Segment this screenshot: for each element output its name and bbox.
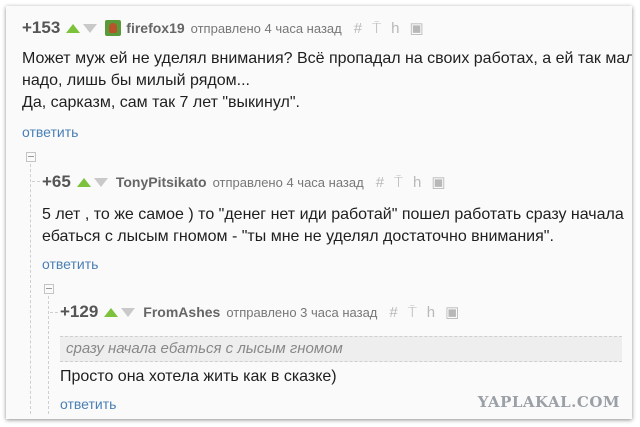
branch-icon[interactable]: h [391, 20, 399, 37]
collapse-toggle[interactable] [26, 152, 36, 162]
text-line: Да, сарказм, сам так 7 лет "выкинул". [22, 94, 300, 111]
upvote-icon[interactable] [104, 307, 119, 317]
timestamp: отправлено 4 часа назад [212, 174, 364, 190]
reply-link[interactable]: ответить [42, 256, 98, 272]
rating: +129 [60, 302, 99, 321]
collapse-toggle[interactable] [44, 284, 54, 294]
timestamp: отправлено 3 часа назад [226, 304, 378, 320]
comment-text: Может муж ей не уделял внимания? Всё про… [22, 48, 632, 114]
author-name[interactable]: FromAshes [143, 304, 220, 320]
comment-header: +129 FromAshes отправлено 3 часа назад #… [60, 302, 469, 322]
watermark: YAPLAKAL.COM [477, 393, 620, 411]
thread-line [48, 296, 49, 414]
save-icon[interactable]: ▣ [431, 173, 445, 191]
pin-icon[interactable]: ⍑ [372, 20, 381, 37]
upvote-icon[interactable] [76, 177, 91, 187]
rating: +153 [22, 18, 61, 37]
hash-icon[interactable]: # [376, 174, 384, 191]
reply-link[interactable]: ответить [22, 124, 78, 140]
comment-text: Просто она хотела жить как в сказке) [60, 366, 337, 388]
thread-line [32, 181, 40, 182]
save-icon[interactable]: ▣ [445, 303, 459, 321]
text-line: Просто она хотела жить как в сказке) [60, 368, 337, 385]
comment-text: 5 лет , то же самое ) то "денег нет иди … [42, 204, 624, 248]
author-name[interactable]: TonyPitsikato [116, 174, 207, 190]
author-name[interactable]: firefox19 [126, 20, 184, 36]
comment-thread: +153 firefox19 отправлено 4 часа назад #… [6, 6, 632, 419]
downvote-icon[interactable] [121, 307, 136, 317]
text-line: надо, лишь бы милый рядом... [22, 72, 250, 89]
hash-icon[interactable]: # [389, 304, 397, 321]
pin-icon[interactable]: ⍑ [408, 304, 417, 321]
comment: +153 firefox19 отправлено 4 часа назад #… [22, 18, 632, 140]
hash-icon[interactable]: # [354, 20, 362, 37]
text-line: 5 лет , то же самое ) то "денег нет иди … [42, 206, 624, 223]
comment: +65 TonyPitsikato отправлено 4 часа наза… [42, 172, 624, 272]
text-line: Может муж ей не уделял внимания? Всё про… [22, 50, 632, 67]
timestamp: отправлено 4 часа назад [190, 20, 342, 36]
reply-link[interactable]: ответить [60, 396, 116, 412]
upvote-icon[interactable] [66, 23, 81, 33]
comment-header: +153 firefox19 отправлено 4 часа назад #… [22, 18, 434, 38]
thread-line [30, 164, 31, 414]
avatar[interactable] [105, 20, 122, 36]
quote-block: сразу начала ебаться с лысым гномом [60, 336, 622, 362]
downvote-icon[interactable] [93, 177, 108, 187]
pin-icon[interactable]: ⍑ [394, 174, 403, 191]
branch-icon[interactable]: h [413, 174, 421, 191]
thread-line [50, 312, 58, 313]
text-line: ебаться с лысым гномом - "ты мне не удел… [42, 228, 554, 245]
branch-icon[interactable]: h [427, 304, 435, 321]
rating: +65 [42, 172, 71, 191]
comment-header: +65 TonyPitsikato отправлено 4 часа наза… [42, 172, 456, 192]
save-icon[interactable]: ▣ [409, 19, 423, 37]
downvote-icon[interactable] [83, 23, 98, 33]
